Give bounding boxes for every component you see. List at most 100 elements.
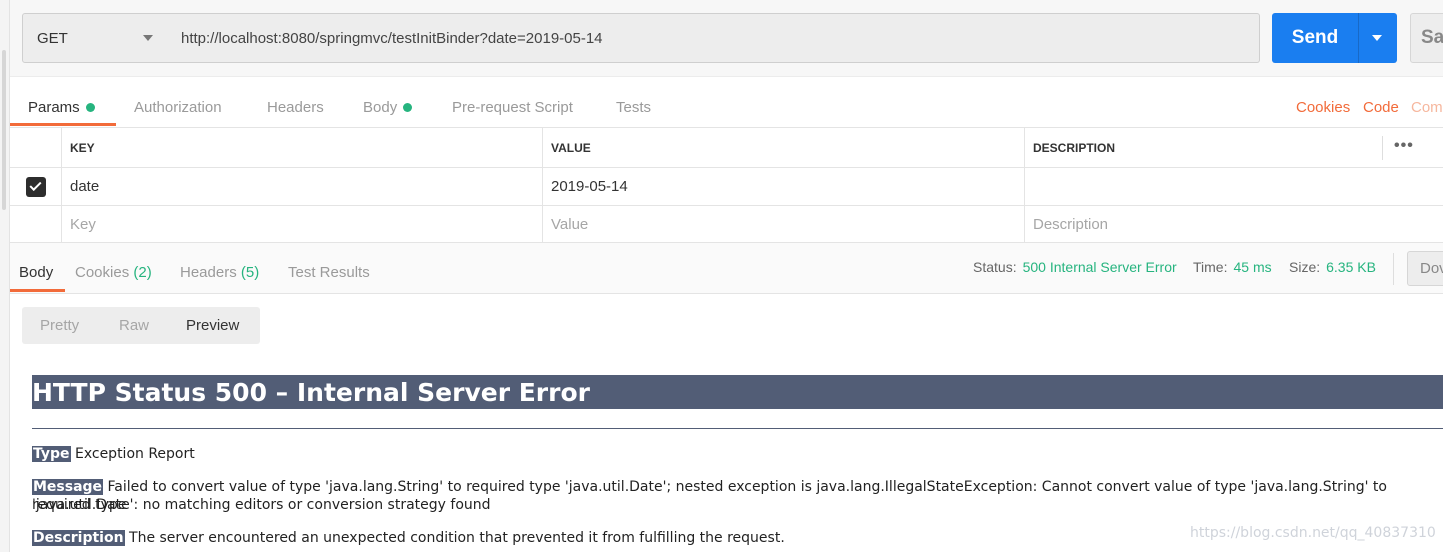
tab-headers-label: Headers [267,98,324,116]
view-toggle: Pretty Raw Preview [22,307,260,344]
headers-count-badge: (5) [240,263,260,281]
message-label: Message [32,479,104,495]
comments-link-label: Com [1411,98,1443,116]
tab-params[interactable]: Params [28,88,95,126]
time-readout: Time: 45 ms [1193,257,1272,277]
size-value[interactable]: 6.35 KB [1326,259,1376,275]
cookies-count-badge: (2) [133,263,152,281]
response-tab-headers-label: Headers [180,263,237,281]
tab-authorization-label: Authorization [134,98,222,116]
new-value-placeholder: Value [551,215,589,233]
method-label: GET [37,29,68,47]
new-value-input[interactable]: Value [543,206,1025,242]
save-label: Sav [1421,27,1443,48]
active-tab-underline [10,123,116,126]
tab-tests-label: Tests [616,98,652,116]
description-text: The server encountered an unexpected con… [129,530,785,546]
view-preview[interactable]: Preview [186,307,239,344]
tab-pre-request-script-label: Pre-request Script [452,98,573,116]
tab-pre-request-script[interactable]: Pre-request Script [452,88,573,126]
type-label: Type [32,446,71,462]
new-description-input[interactable]: Description [1025,206,1443,242]
view-raw-label: Raw [119,317,150,334]
response-tab-cookies-label: Cookies [75,263,130,281]
table-row: date 2019-05-14 [10,168,1443,206]
cookies-link-label: Cookies [1296,98,1351,116]
response-active-tab-underline [10,289,65,292]
row-checkbox-cell [10,168,62,205]
params-table: KEY VALUE DESCRIPTION ••• date 2019-05-1… [10,127,1443,243]
code-link-label: Code [1363,98,1399,116]
error-title: HTTP Status 500 – Internal Server Error [32,375,1443,409]
chevron-down-icon [143,35,153,41]
download-label: Dov [1420,260,1443,277]
send-button[interactable]: Send [1272,13,1397,63]
tab-params-label: Params [28,98,80,116]
left-edge-strip [0,0,10,552]
checkmark-icon [29,178,42,192]
send-label: Send [1291,27,1339,48]
status-label: Status: [973,259,1017,275]
status-readout: Status: 500 Internal Server Error [973,257,1177,277]
new-description-placeholder: Description [1033,215,1109,233]
table-row-new: Key Value Description [10,206,1443,243]
new-key-input[interactable]: Key [62,206,543,242]
error-description-line: Description The server encountered an un… [32,529,785,547]
method-select[interactable]: GET [22,13,168,63]
error-title-text: HTTP Status 500 – Internal Server Error [32,377,590,407]
url-text: http://localhost:8080/springmvc/testInit… [181,29,603,47]
response-tab-cookies[interactable]: Cookies (2) [75,253,152,291]
response-bar: Body Cookies (2) Headers (5) Test Result… [10,243,1443,294]
code-link[interactable]: Code [1363,88,1399,126]
view-pretty[interactable]: Pretty [40,307,79,344]
header-checkbox-cell [10,128,62,167]
request-tabs: Params Authorization Headers Body Pre-re… [10,88,1443,126]
time-value[interactable]: 45 ms [1233,259,1271,275]
param-value: 2019-05-14 [551,178,628,195]
response-tab-test-results-label: Test Results [288,263,370,281]
param-enabled-checkbox[interactable] [25,176,46,197]
header-key-label: KEY [70,140,95,155]
more-options-icon[interactable]: ••• [1394,137,1414,155]
params-header-row: KEY VALUE DESCRIPTION ••• [10,128,1443,168]
response-tab-body[interactable]: Body [19,253,53,291]
param-key-cell[interactable]: date [62,168,543,205]
tab-body-label: Body [363,98,398,116]
description-label: Description [32,530,125,546]
new-key-placeholder: Key [70,215,96,233]
param-description-cell[interactable] [1025,168,1443,205]
time-label: Time: [1193,259,1228,275]
download-button[interactable]: Dov [1407,251,1443,286]
tab-tests[interactable]: Tests [616,88,651,126]
body-indicator-dot [403,102,413,112]
tab-headers[interactable]: Headers [267,88,324,126]
view-raw[interactable]: Raw [119,307,149,344]
cookies-link[interactable]: Cookies [1296,88,1350,126]
send-options-chevron-icon[interactable] [1372,35,1382,41]
message-text-2: 'java.util.Date': no matching editors or… [32,497,491,513]
tab-body[interactable]: Body [363,88,413,126]
error-message-line-2: 'java.util.Date': no matching editors or… [32,496,491,514]
header-value: VALUE [543,128,1025,167]
param-key: date [70,178,100,195]
url-input[interactable]: http://localhost:8080/springmvc/testInit… [167,13,1260,63]
sidebar-scroll-thumb[interactable] [2,50,6,210]
header-separator [1382,136,1383,160]
header-description-label: DESCRIPTION [1033,140,1116,155]
size-label: Size: [1289,259,1321,275]
new-row-checkbox-cell [10,206,62,242]
header-description: DESCRIPTION [1025,128,1443,167]
response-tab-body-label: Body [19,263,54,281]
error-type-line: Type Exception Report [32,445,195,463]
response-tab-headers[interactable]: Headers (5) [180,253,259,291]
watermark: https://blog.csdn.net/qq_40837310 [1190,525,1436,541]
header-key: KEY [62,128,543,167]
param-value-cell[interactable]: 2019-05-14 [543,168,1025,205]
save-button[interactable]: Sav [1410,13,1443,63]
status-value[interactable]: 500 Internal Server Error [1023,259,1177,275]
header-value-label: VALUE [551,140,591,155]
comments-link[interactable]: Com [1411,88,1443,126]
tab-authorization[interactable]: Authorization [134,88,222,126]
size-readout: Size: 6.35 KB [1289,257,1376,277]
response-tab-test-results[interactable]: Test Results [288,253,370,291]
